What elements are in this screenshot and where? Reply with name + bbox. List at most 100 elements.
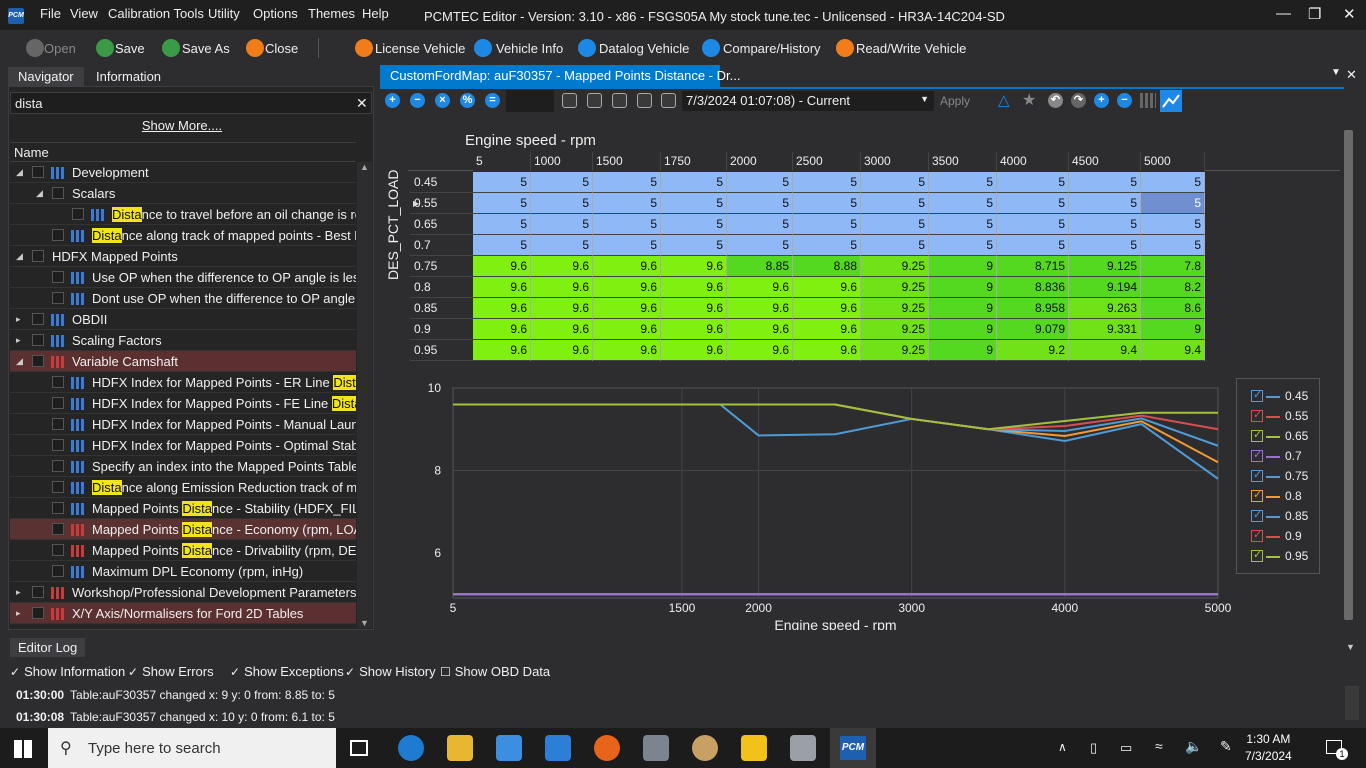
history-date-select[interactable]: 7/3/2024 01:07:08) - Current ▼	[682, 91, 934, 111]
zoom-out-icon[interactable]: −	[1117, 93, 1132, 108]
editor-scrollbar[interactable]	[1340, 118, 1356, 628]
column-header[interactable]: 2500	[793, 152, 861, 171]
table-cell[interactable]: 5	[531, 193, 593, 214]
row-header[interactable]: 0.8	[410, 277, 473, 298]
expand-icon[interactable]: ▸	[16, 603, 21, 623]
table-cell[interactable]: 5	[593, 235, 661, 256]
star-icon[interactable]: ★	[1022, 90, 1036, 110]
row-header[interactable]: 0.55	[410, 193, 473, 214]
table-cell[interactable]: 9.6	[593, 256, 661, 277]
percent-icon[interactable]: %	[460, 93, 475, 108]
menu-options[interactable]: Options	[253, 6, 298, 21]
tray-chevron-icon[interactable]: ∧	[1058, 740, 1067, 754]
tree-item[interactable]: Distance along Emission Reduction track …	[10, 477, 356, 498]
legend-checkbox[interactable]: ✓	[1251, 469, 1263, 482]
expand-icon[interactable]: ◢	[16, 351, 23, 371]
clear-search-icon[interactable]: ✕	[356, 95, 368, 112]
tree-item[interactable]: Use OP when the difference to OP angle i…	[10, 267, 356, 288]
calculator-icon[interactable]	[643, 735, 669, 761]
table-cell[interactable]: 9.6	[473, 319, 531, 340]
table-cell[interactable]: 5	[661, 214, 727, 235]
table-cell[interactable]: 5	[861, 172, 929, 193]
table-cell[interactable]: 5	[1069, 235, 1141, 256]
column-header[interactable]: 1000	[531, 152, 593, 171]
multiply-icon[interactable]: ×	[435, 93, 450, 108]
fill-icon[interactable]	[661, 93, 676, 108]
table-cell[interactable]: 9.263	[1069, 298, 1141, 319]
table-cell[interactable]: 5	[593, 193, 661, 214]
tree-item[interactable]: HDFX Index for Mapped Points - ER Line D…	[10, 372, 356, 393]
pcmtec-taskbar-item[interactable]: PCM	[830, 728, 876, 768]
table-cell[interactable]: 5	[929, 193, 997, 214]
table-cell[interactable]: 8.6	[1141, 298, 1205, 319]
table-cell[interactable]: 9.6	[531, 256, 593, 277]
tree-checkbox[interactable]	[52, 502, 64, 514]
table-cell[interactable]: 5	[727, 235, 793, 256]
table-cell[interactable]: 9.6	[473, 277, 531, 298]
document-tab[interactable]: CustomFordMap: auF30357 - Mapped Points …	[380, 65, 740, 87]
tree-item[interactable]: Mapped Points Distance - Drivability (rp…	[10, 540, 356, 561]
triangle-icon[interactable]: △	[998, 91, 1010, 109]
menu-help[interactable]: Help	[362, 6, 389, 21]
tree-checkbox[interactable]	[32, 250, 44, 262]
table-cell[interactable]: 9.6	[793, 340, 861, 361]
table-cell[interactable]: 8.2	[1141, 277, 1205, 298]
expand-icon[interactable]: ◢	[36, 183, 43, 203]
menu-calibration-tools[interactable]: Calibration Tools	[108, 6, 204, 21]
table-cell[interactable]: 5	[1141, 214, 1205, 235]
tree-checkbox[interactable]	[52, 481, 64, 493]
table-view-icon[interactable]	[1140, 93, 1156, 108]
table-cell[interactable]: 5	[661, 172, 727, 193]
table-cell[interactable]: 9.6	[661, 298, 727, 319]
tree-checkbox[interactable]	[32, 355, 44, 367]
table-cell[interactable]: 5	[929, 172, 997, 193]
table-cell[interactable]: 5	[473, 172, 531, 193]
table-cell[interactable]: 5	[793, 193, 861, 214]
tree-checkbox[interactable]	[32, 586, 44, 598]
legend-checkbox[interactable]: ✓	[1251, 489, 1263, 502]
volume-icon[interactable]: 🔈	[1185, 738, 1202, 755]
tree-checkbox[interactable]	[32, 607, 44, 619]
table-cell[interactable]: 5	[1141, 235, 1205, 256]
table-cell[interactable]: 9.6	[727, 319, 793, 340]
table-cell[interactable]: 8.88	[793, 256, 861, 277]
row-header[interactable]: 0.75	[410, 256, 473, 277]
tab-navigator[interactable]: Navigator	[8, 67, 84, 86]
table-cell[interactable]: 9.4	[1141, 340, 1205, 361]
tree-item[interactable]: ◢ HDFX Mapped Points	[10, 246, 356, 267]
tree-checkbox[interactable]	[52, 397, 64, 409]
tree-checkbox[interactable]	[52, 439, 64, 451]
table-cell[interactable]: 5	[929, 235, 997, 256]
table-cell[interactable]: 9.6	[661, 340, 727, 361]
tree-checkbox[interactable]	[52, 229, 64, 241]
tree-item[interactable]: HDFX Index for Mapped Points - Manual La…	[10, 414, 356, 435]
row-header[interactable]: 0.7	[410, 235, 473, 256]
tree-item[interactable]: ▸ Scaling Factors	[10, 330, 356, 351]
table-cell[interactable]: 9.6	[593, 277, 661, 298]
wifi-icon[interactable]: ≈	[1155, 738, 1163, 754]
tree-checkbox[interactable]	[52, 271, 64, 283]
menu-view[interactable]: View	[70, 6, 98, 21]
table-cell[interactable]: 9.079	[997, 319, 1069, 340]
table-cell[interactable]: 9.6	[661, 319, 727, 340]
tray-device-icon[interactable]: ▯	[1090, 740, 1097, 756]
redo-icon[interactable]: ↷	[1071, 93, 1086, 108]
tree-checkbox[interactable]	[52, 544, 64, 556]
close-file-icon[interactable]	[246, 39, 264, 57]
tree-item[interactable]: HDFX Index for Mapped Points - Optimal S…	[10, 435, 356, 456]
license-icon[interactable]	[355, 39, 373, 57]
table-cell[interactable]: 9.6	[727, 298, 793, 319]
tree-item[interactable]: ▸ Workshop/Professional Development Param…	[10, 582, 356, 603]
tree-checkbox[interactable]	[52, 523, 64, 535]
apply-button[interactable]: Apply	[940, 94, 970, 108]
tab-dropdown-icon[interactable]: ▼	[1331, 67, 1341, 78]
column-header[interactable]: 5000	[1141, 152, 1205, 171]
table-cell[interactable]: 9.25	[861, 298, 929, 319]
paint-icon[interactable]	[692, 735, 718, 761]
row-header[interactable]: 0.65	[410, 214, 473, 235]
tree-item[interactable]: Specify an index into the Mapped Points …	[10, 456, 356, 477]
table-cell[interactable]: 9	[929, 298, 997, 319]
legend-checkbox[interactable]: ✓	[1251, 509, 1263, 522]
table-cell[interactable]: 8.958	[997, 298, 1069, 319]
legend-item[interactable]: ✓ 0.9	[1251, 529, 1302, 549]
